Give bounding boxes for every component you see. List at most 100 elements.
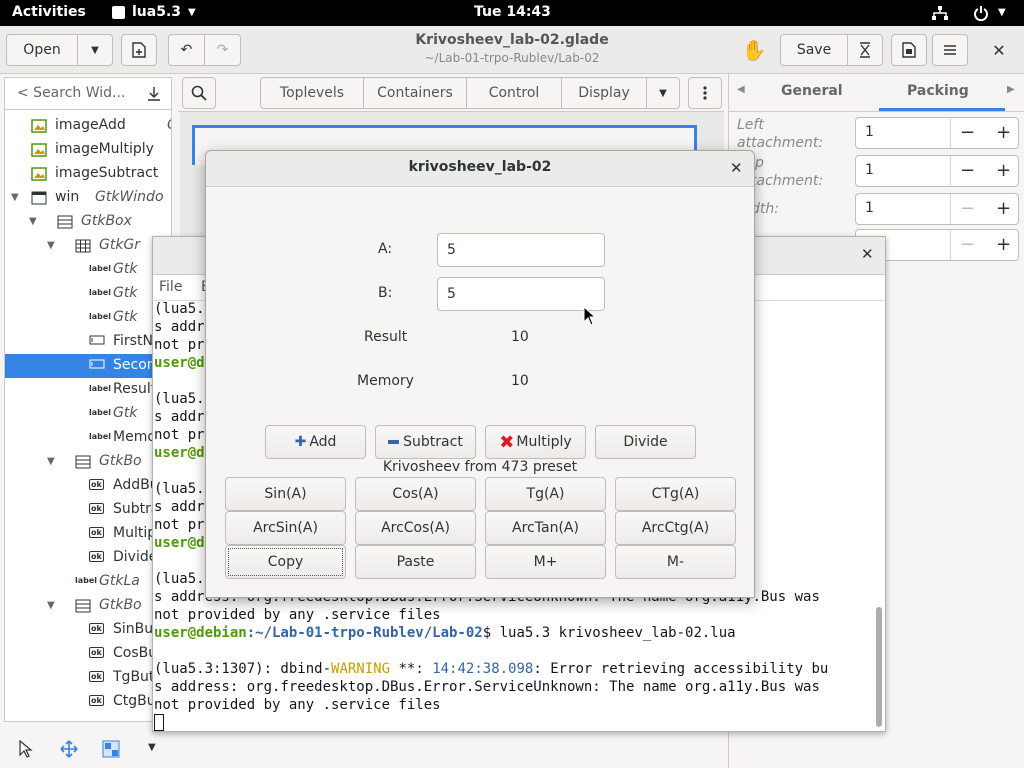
expander-icon[interactable]: ▼	[47, 240, 55, 251]
tree-row[interactable]: ▼ GtkGr	[5, 234, 171, 258]
clock[interactable]: Tue 14:43	[474, 4, 551, 20]
filter-icon[interactable]	[146, 86, 162, 102]
multiply-button[interactable]: ✖ Multiply	[485, 425, 586, 459]
tree-row[interactable]: label Gtk	[5, 282, 171, 306]
property-spinner[interactable]: 1 − +	[855, 155, 1019, 187]
ctg-button[interactable]: CTg(A)	[615, 477, 736, 511]
pointer-icon[interactable]	[18, 740, 34, 758]
network-icon[interactable]	[932, 6, 948, 20]
tree-row[interactable]: ok AddBu	[5, 474, 171, 498]
tree-row[interactable]: ▼ GtkBox	[5, 210, 171, 234]
paste-button[interactable]: Paste	[355, 545, 476, 579]
app-menu-chevron-icon[interactable]: ▼	[188, 7, 196, 18]
memory-minus-button[interactable]: M-	[615, 545, 736, 579]
plus-icon[interactable]: +	[996, 234, 1011, 255]
tree-row[interactable]: ok CosBu	[5, 642, 171, 666]
palette-tab[interactable]: Containers	[363, 77, 467, 109]
palette-menu-button[interactable]	[688, 77, 722, 109]
menu-file[interactable]: File	[159, 279, 182, 295]
input-b[interactable]: 5	[437, 277, 605, 311]
palette-tab[interactable]: Control	[466, 77, 562, 109]
palette-tab[interactable]: Toplevels	[260, 77, 364, 109]
expander-icon[interactable]: ▼	[47, 456, 55, 467]
minus-icon[interactable]: −	[960, 160, 975, 181]
plus-icon[interactable]: +	[996, 160, 1011, 181]
layout-icon[interactable]	[102, 740, 120, 758]
input-a[interactable]: 5	[437, 233, 605, 267]
memory-plus-button[interactable]: M+	[485, 545, 606, 579]
power-icon[interactable]	[973, 5, 989, 21]
tree-row[interactable]: imageMultiply	[5, 138, 171, 162]
tree-row[interactable]: label Gtk	[5, 258, 171, 282]
new-button[interactable]	[121, 34, 157, 66]
palette-search-button[interactable]	[182, 77, 216, 109]
close-window-button[interactable]: ✕	[986, 38, 1012, 62]
property-spinner[interactable]: 1 − +	[855, 117, 1019, 149]
tree-row[interactable]: label Result	[5, 378, 171, 402]
tree-row[interactable]: ▼ win GtkWindo	[5, 186, 171, 210]
plus-icon[interactable]: +	[996, 122, 1011, 143]
palette-more-button[interactable]: ▼	[646, 77, 680, 109]
undo-button[interactable]: ↶	[168, 34, 205, 66]
tree-row[interactable]: label Gtk	[5, 306, 171, 330]
search-widget-input[interactable]: < Search Wid...	[17, 85, 125, 101]
minus-icon[interactable]: −	[960, 198, 975, 219]
copy-button[interactable]: Copy	[225, 545, 346, 579]
tree-row[interactable]: label GtkLa	[5, 570, 171, 594]
tree-row[interactable]: label Memo	[5, 426, 171, 450]
palette-tab[interactable]: Display	[561, 77, 647, 109]
tree-row[interactable]: ok Divide	[5, 546, 171, 570]
terminal-close-icon[interactable]: ✕	[861, 245, 874, 263]
add-button[interactable]: ✚ Add	[265, 425, 366, 459]
tab-packing[interactable]: Packing	[907, 83, 969, 99]
tree-row[interactable]: imageSubtract	[5, 162, 171, 186]
tree-row[interactable]: ▼ GtkBo	[5, 594, 171, 618]
tree-row[interactable]: ok Multip	[5, 522, 171, 546]
arcsin-button[interactable]: ArcSin(A)	[225, 511, 346, 545]
tree-row[interactable]: ok TgBut	[5, 666, 171, 690]
system-menu-chevron-icon[interactable]: ▼	[998, 7, 1006, 18]
property-spinner[interactable]: 1 − +	[855, 193, 1019, 225]
tabs-right-arrow-icon[interactable]: ▶	[1007, 84, 1015, 95]
tree-row[interactable]: ok CtgBu	[5, 690, 171, 714]
tree-row[interactable]: Secon	[5, 354, 171, 378]
tree-row[interactable]: ok Subtra	[5, 498, 171, 522]
cos-button[interactable]: Cos(A)	[355, 477, 476, 511]
open-menu-button[interactable]: ▼	[77, 34, 113, 66]
terminal-scrollbar[interactable]	[876, 607, 882, 727]
plus-icon[interactable]: +	[996, 198, 1011, 219]
tab-general[interactable]: General	[781, 83, 843, 99]
tabs-left-arrow-icon[interactable]: ◀	[737, 84, 745, 95]
subtract-button[interactable]: Subtract	[375, 425, 476, 459]
divide-button[interactable]: Divide	[595, 425, 696, 459]
arccos-button[interactable]: ArcCos(A)	[355, 511, 476, 545]
calculator-dialog[interactable]: krivosheev_lab-02 ✕ A: 5 B: 5 Result 10 …	[205, 150, 755, 598]
hand-icon[interactable]: ✋	[740, 38, 768, 62]
minus-icon[interactable]: −	[960, 122, 975, 143]
tree-row-name: Gtk	[113, 309, 138, 325]
tree-row[interactable]: imageAdd Gtk	[5, 114, 171, 138]
tg-button[interactable]: Tg(A)	[485, 477, 606, 511]
open-button[interactable]: Open	[6, 34, 78, 66]
expander-icon[interactable]: ▼	[47, 600, 55, 611]
tree-row[interactable]: ok SinBut	[5, 618, 171, 642]
move-icon[interactable]	[60, 740, 78, 758]
minus-icon[interactable]: −	[960, 234, 975, 255]
app-menu[interactable]: lua5.3	[132, 4, 181, 20]
hamburger-menu-button[interactable]	[932, 34, 968, 66]
dialog-close-icon[interactable]: ✕	[730, 159, 743, 177]
arctan-button[interactable]: ArcTan(A)	[485, 511, 606, 545]
sin-button[interactable]: Sin(A)	[225, 477, 346, 511]
save-button[interactable]: Save	[780, 34, 848, 66]
arcctg-button[interactable]: ArcCtg(A)	[615, 511, 736, 545]
tree-row[interactable]: ▼ GtkBo	[5, 450, 171, 474]
save-as-button[interactable]	[847, 34, 883, 66]
toolbar-chevron-icon[interactable]: ▼	[148, 742, 156, 753]
tree-row[interactable]: FirstN	[5, 330, 171, 354]
redo-button[interactable]: ↷	[204, 34, 241, 66]
preview-button[interactable]	[891, 34, 927, 66]
expander-icon[interactable]: ▼	[29, 216, 37, 227]
tree-row[interactable]: label Gtk	[5, 402, 171, 426]
activities-button[interactable]: Activities	[12, 4, 86, 20]
expander-icon[interactable]: ▼	[11, 192, 19, 203]
